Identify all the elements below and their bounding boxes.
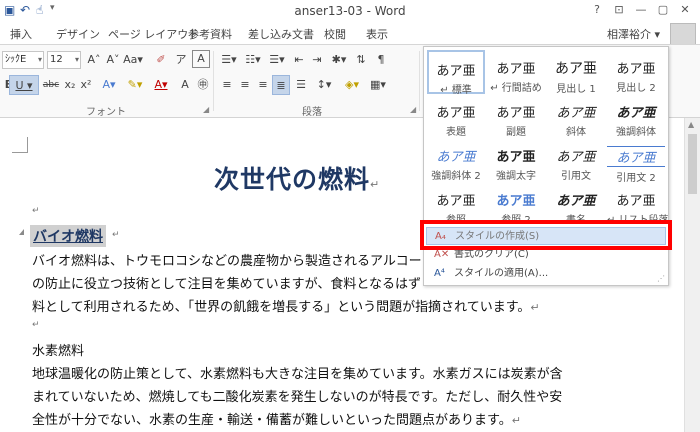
- highlight-box: [420, 220, 672, 250]
- underline-button[interactable]: U ▾: [9, 75, 39, 95]
- align-right-icon[interactable]: ≡: [254, 75, 272, 95]
- body-line[interactable]: 全性が十分でない、水素の生産・輸送・備蓄が難しいといった問題点があります。↵: [32, 409, 521, 428]
- sort-icon[interactable]: ⇅: [352, 50, 370, 70]
- shading-icon[interactable]: A: [176, 75, 194, 95]
- body-line[interactable]: まれていないため、燃焼しても二酸化炭素を発生しないのが特長です。ただし、耐久性や…: [32, 386, 562, 405]
- chevron-down-icon: ▾: [37, 55, 42, 64]
- tab-review[interactable]: 校閲: [324, 26, 346, 42]
- align-center-icon[interactable]: ≡: [236, 75, 254, 95]
- tab-references[interactable]: 参考資料: [188, 26, 232, 42]
- ribbon-display-button[interactable]: ⊡: [608, 2, 630, 18]
- style-item-intense-emphasis[interactable]: あア亜 強調斜体: [607, 94, 665, 138]
- subscript-icon[interactable]: x₂: [62, 75, 78, 95]
- grow-font-icon[interactable]: A˄: [85, 50, 103, 70]
- font-dialog-launcher-icon[interactable]: ◢: [203, 105, 209, 114]
- style-item-no-spacing[interactable]: あア亜 ↵ 行間詰め: [487, 50, 545, 94]
- line-spacing-icon[interactable]: ↕▾: [312, 75, 336, 95]
- numbering-icon[interactable]: ☷▾: [242, 50, 264, 70]
- highlight-color-icon[interactable]: ✎▾: [122, 75, 148, 95]
- text-effects-icon[interactable]: A▾: [96, 75, 122, 95]
- style-item-title[interactable]: あア亜 表題: [427, 94, 485, 138]
- body-line[interactable]: 地球温暖化の防止策として、水素燃料も大きな注目を集めています。水素ガスには炭素が…: [32, 363, 563, 382]
- tab-insert[interactable]: 挿入: [10, 26, 32, 42]
- scroll-up-icon[interactable]: ▲: [688, 120, 694, 129]
- apply-style-menu-item[interactable]: A⁴ スタイルの適用(A)...: [426, 265, 666, 283]
- undo-icon[interactable]: ↶: [20, 3, 30, 17]
- style-item-strong[interactable]: あア亜 強調太字: [487, 138, 545, 182]
- tab-view[interactable]: 表示: [366, 26, 388, 42]
- title-bar: ▣ ↶ ☝ ▾ anser13-03 - Word ? ⊡ — ▢ ✕: [0, 0, 700, 22]
- style-item-subtitle[interactable]: あア亜 副題: [487, 94, 545, 138]
- change-case-icon[interactable]: Aa▾: [122, 50, 144, 70]
- ribbon-tabs: 挿入 デザイン ページ レイアウト 参考資料 差し込み文書 校閲 表示 相澤裕介…: [0, 22, 700, 44]
- body-line[interactable]: の防止に役立つ技術として注目を集めていますが、食料となるはず: [32, 273, 421, 292]
- group-divider: [419, 51, 420, 111]
- resize-grip-icon[interactable]: ⋰: [657, 274, 665, 283]
- group-label-font: フォント: [86, 107, 126, 118]
- body-line[interactable]: バイオ燃料は、トウモロコシなどの農産物から製造されるアルコー: [32, 250, 422, 269]
- close-button[interactable]: ✕: [674, 2, 696, 18]
- align-left-icon[interactable]: ≡: [218, 75, 236, 95]
- style-gallery-panel: あア亜 ↵ 標準 あア亜 ↵ 行間詰め あア亜 見出し 1 あア亜 見出し 2 あア亜表…: [423, 46, 669, 286]
- decrease-indent-icon[interactable]: ⇤: [290, 50, 308, 70]
- scroll-thumb[interactable]: [688, 134, 697, 194]
- paragraph-mark: ↵: [112, 230, 120, 240]
- heading-hydrogen-fuel[interactable]: 水素燃料: [32, 340, 84, 359]
- style-item-heading1[interactable]: あア亜 見出し 1: [547, 50, 605, 95]
- paragraph-mark: ↵: [32, 206, 40, 216]
- style-item-intense-quote[interactable]: あア亜 引用文 2: [607, 138, 665, 184]
- paragraph-mark: ↵: [32, 320, 40, 330]
- shrink-font-icon[interactable]: A˅: [104, 50, 122, 70]
- superscript-icon[interactable]: x²: [78, 75, 94, 95]
- help-button[interactable]: ?: [586, 2, 608, 18]
- distributed-icon[interactable]: ☰: [292, 75, 310, 95]
- font-name-combo[interactable]: ｼｯｸE ▾: [2, 51, 44, 69]
- body-line[interactable]: 料として利用されるため、「世界の飢餓を増長する」という問題が指摘されています。↵: [32, 296, 540, 315]
- character-border-icon[interactable]: A: [192, 50, 210, 68]
- qa-customize-icon[interactable]: ▾: [50, 3, 55, 13]
- margin-corner-mark: [12, 137, 28, 153]
- group-divider: [213, 51, 214, 111]
- increase-indent-icon[interactable]: ⇥: [308, 50, 326, 70]
- tab-mailings[interactable]: 差し込み文書: [248, 26, 314, 42]
- font-size-value: 12: [50, 54, 63, 65]
- tab-design[interactable]: デザイン: [56, 26, 100, 42]
- tab-page-layout[interactable]: ページ レイアウト: [108, 26, 199, 42]
- paragraph-shading-icon[interactable]: ◈▾: [340, 75, 364, 95]
- bullets-icon[interactable]: ☰▾: [218, 50, 240, 70]
- clear-format-icon[interactable]: ✐: [152, 50, 170, 70]
- borders-icon[interactable]: ▦▾: [366, 75, 390, 95]
- font-color-icon[interactable]: A▾: [148, 75, 174, 95]
- apply-style-icon: A⁴: [434, 268, 445, 279]
- style-item-quote[interactable]: あア亜 引用文: [547, 138, 605, 182]
- heading-bio-fuel[interactable]: バイオ燃料: [30, 225, 106, 247]
- collapse-heading-icon[interactable]: [19, 229, 24, 235]
- show-marks-icon[interactable]: ¶: [372, 50, 390, 70]
- font-name-value: ｼｯｸE: [5, 54, 27, 65]
- user-account[interactable]: 相澤裕介 ▾: [607, 26, 660, 42]
- justify-icon[interactable]: ≣: [272, 75, 290, 95]
- maximize-button[interactable]: ▢: [652, 2, 674, 18]
- window-title: anser13-03 - Word: [294, 4, 406, 18]
- vertical-scrollbar[interactable]: ▲: [684, 118, 700, 432]
- touch-mode-icon[interactable]: ☝: [36, 3, 43, 17]
- save-icon[interactable]: ▣: [4, 3, 15, 17]
- enclose-character-icon[interactable]: ㊥: [194, 75, 212, 95]
- style-item-normal[interactable]: あア亜 ↵ 標準: [427, 50, 485, 96]
- style-item-heading2[interactable]: あア亜 見出し 2: [607, 50, 665, 94]
- multilevel-list-icon[interactable]: ☰▾: [266, 50, 288, 70]
- group-label-paragraph: 段落: [302, 107, 322, 118]
- strikethrough-icon[interactable]: abc: [40, 75, 62, 95]
- paragraph-dialog-launcher-icon[interactable]: ◢: [410, 105, 416, 114]
- minimize-button[interactable]: —: [630, 2, 652, 18]
- chevron-down-icon: ▾: [74, 55, 79, 64]
- style-item-emphasis[interactable]: あア亜 斜体: [547, 94, 605, 138]
- style-item-intense-emphasis-2[interactable]: あア亜 強調斜体 2: [427, 138, 485, 182]
- phonetic-guide-icon[interactable]: ア: [172, 50, 190, 70]
- asian-layout-icon[interactable]: ✱▾: [328, 50, 350, 70]
- document-title[interactable]: 次世代の燃料↵: [214, 160, 380, 196]
- font-size-combo[interactable]: 12 ▾: [47, 51, 81, 69]
